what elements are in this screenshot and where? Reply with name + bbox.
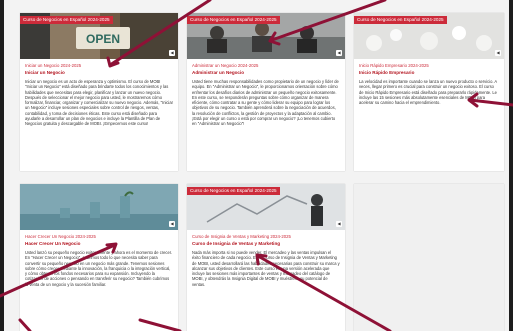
course-thumbnail[interactable]: ◀ <box>20 184 178 230</box>
speaker-icon[interactable]: ◀ <box>336 221 342 227</box>
course-description: Iniciar un negocio es un acto de esperan… <box>25 79 173 127</box>
speaker-icon[interactable]: ◀ <box>169 221 175 227</box>
course-title[interactable]: Inicio Rápido Empresario <box>359 70 414 75</box>
course-description: Nada más importa si no puede vender. El … <box>192 250 340 287</box>
course-card-administrar[interactable]: Curso de Negocios en Español 2024-2025 ◀… <box>187 13 345 171</box>
course-title[interactable]: Administrar un Negocio <box>192 70 244 75</box>
course-title[interactable]: Curso de Insignia de Ventas y Marketing <box>192 241 280 246</box>
course-catalog-page: OPEN Curso de Negocios en Español 2024-2… <box>4 0 509 331</box>
speaker-icon[interactable]: ◀ <box>336 50 342 56</box>
course-card-hacer-crecer[interactable]: ◀ Hacer Crecer Un Negocio 2024-2025 Hace… <box>20 184 178 331</box>
speaker-icon[interactable]: ◀ <box>169 50 175 56</box>
course-description: Usted lanzó su pequeño negocio exitosame… <box>25 250 173 287</box>
course-thumbnail[interactable]: Curso de Negocios en Español 2024-2025 ◀ <box>354 13 504 59</box>
course-description: La velocidad es importante cuando se lan… <box>359 79 497 106</box>
speaker-icon[interactable]: ◀ <box>495 50 501 56</box>
empty-card-slot <box>354 184 504 331</box>
course-thumbnail[interactable]: Curso de Negocios en Español 2024-2025 ◀ <box>187 13 345 59</box>
course-subtitle: Iniciar un Negocio 2024-2025 <box>25 63 82 68</box>
course-subtitle: Hacer Crecer Un Negocio 2024-2025 <box>25 234 96 239</box>
growth-plant-image <box>20 184 178 230</box>
course-card-ventas-marketing[interactable]: Curso de Negocios en Español 2024-2025 ◀… <box>187 184 345 331</box>
course-subtitle: Inicio Rápido Empresario 2024-2025 <box>359 63 429 68</box>
course-card-inicio-rapido[interactable]: Curso de Negocios en Español 2024-2025 ◀… <box>354 13 504 171</box>
course-description: Usted tiene muchas responsabilidades com… <box>192 79 339 127</box>
course-title[interactable]: Iniciar un Negocio <box>25 70 65 75</box>
course-subtitle: Curso de Insignia de Ventas y Marketing … <box>192 234 291 239</box>
course-badge: Curso de Negocios en Español 2024-2025 <box>354 16 447 24</box>
course-card-iniciar[interactable]: OPEN Curso de Negocios en Español 2024-2… <box>20 13 178 171</box>
course-thumbnail[interactable]: Curso de Negocios en Español 2024-2025 ◀ <box>187 184 345 230</box>
course-title[interactable]: Hacer Crecer Un Negocio <box>25 241 80 246</box>
course-subtitle: Administrar un Negocio 2024-2025 <box>192 63 259 68</box>
course-thumbnail[interactable]: OPEN Curso de Negocios en Español 2024-2… <box>20 13 178 59</box>
course-badge: Curso de Negocios en Español 2024-2025 <box>20 16 113 24</box>
open-sign-text: OPEN <box>86 32 120 46</box>
course-badge: Curso de Negocios en Español 2024-2025 <box>187 16 280 24</box>
course-badge: Curso de Negocios en Español 2024-2025 <box>187 187 280 195</box>
